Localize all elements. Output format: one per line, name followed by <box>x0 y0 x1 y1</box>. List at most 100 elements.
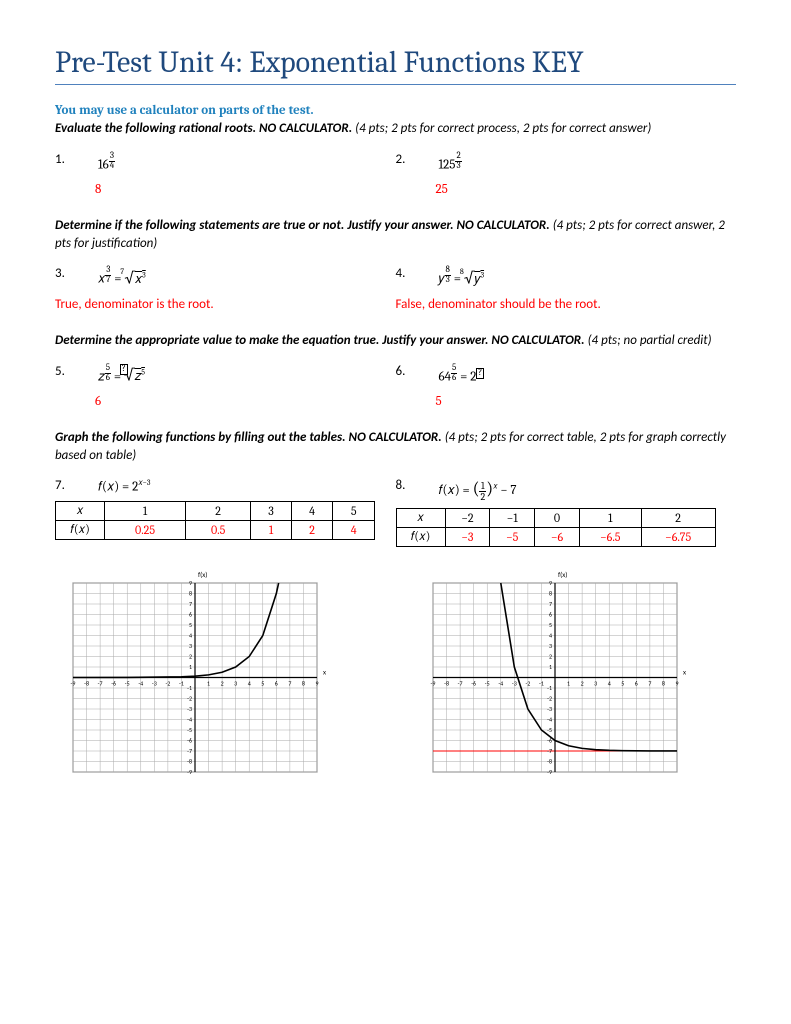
svg-text:-3: -3 <box>152 679 157 687</box>
q7-table: 𝑥12345 𝑓(𝑥)0.250.5124 <box>55 501 375 540</box>
svg-text:7: 7 <box>288 679 291 687</box>
q7-expr: 𝑓(𝑥) = 2𝑥−3 <box>98 478 151 494</box>
q2-answer: 25 <box>436 182 737 197</box>
svg-text:-7: -7 <box>98 679 103 687</box>
svg-text:-1: -1 <box>187 684 192 692</box>
q8-graph: -9-8-7-6-5-4-3-2-1123456789-9-8-7-6-5-4-… <box>415 565 695 790</box>
q1-num: 1. <box>55 152 95 167</box>
q7-num: 7. <box>55 478 95 493</box>
q3-num: 3. <box>55 266 95 281</box>
svg-text:1: 1 <box>567 679 570 687</box>
sec2-instructions: Determine if the following statements ar… <box>55 217 736 252</box>
svg-text:-3: -3 <box>187 705 192 713</box>
svg-text:-3: -3 <box>547 705 552 713</box>
sec1-instructions: Evaluate the following rational roots. N… <box>55 120 736 138</box>
svg-text:-5: -5 <box>485 679 490 687</box>
svg-text:7: 7 <box>189 600 192 608</box>
q3-answer: True, denominator is the root. <box>55 297 396 312</box>
svg-text:2: 2 <box>221 679 224 687</box>
svg-text:-1: -1 <box>539 679 544 687</box>
svg-text:-7: -7 <box>458 679 463 687</box>
svg-text:-1: -1 <box>547 684 552 692</box>
svg-text:6: 6 <box>549 610 552 618</box>
svg-text:3: 3 <box>189 642 192 650</box>
svg-text:-4: -4 <box>547 715 552 723</box>
q4-answer: False, denominator should be the root. <box>396 297 737 312</box>
q5-expr: 𝑧56 = ?√𝑧5 <box>98 364 145 385</box>
svg-text:2: 2 <box>189 652 192 660</box>
svg-text:-6: -6 <box>471 679 476 687</box>
q6-num: 6. <box>396 364 436 379</box>
svg-text:f(x): f(x) <box>558 570 567 579</box>
svg-text:-9: -9 <box>547 768 552 776</box>
svg-text:-5: -5 <box>125 679 130 687</box>
svg-text:-8: -8 <box>84 679 89 687</box>
svg-text:8: 8 <box>302 679 305 687</box>
svg-text:9: 9 <box>675 679 678 687</box>
svg-text:-9: -9 <box>71 679 76 687</box>
svg-text:x: x <box>323 667 326 676</box>
q5-answer: 6 <box>95 394 396 409</box>
q3-expr: 𝑥37 = 7√𝑥3 <box>98 266 146 287</box>
svg-text:-2: -2 <box>547 694 552 702</box>
svg-text:-2: -2 <box>165 679 170 687</box>
svg-text:-8: -8 <box>547 757 552 765</box>
q8-num: 8. <box>396 478 436 493</box>
svg-text:6: 6 <box>275 679 278 687</box>
q4-expr: 𝑦83 = 8√𝑦3 <box>438 266 484 287</box>
svg-text:3: 3 <box>234 679 237 687</box>
q7-graph: -9-8-7-6-5-4-3-2-1123456789-9-8-7-6-5-4-… <box>55 565 335 790</box>
svg-text:-4: -4 <box>138 679 143 687</box>
svg-text:7: 7 <box>549 600 552 608</box>
svg-text:6: 6 <box>635 679 638 687</box>
svg-text:-2: -2 <box>525 679 530 687</box>
svg-text:f(x): f(x) <box>198 570 207 579</box>
svg-text:1: 1 <box>189 663 192 671</box>
svg-text:-6: -6 <box>111 679 116 687</box>
svg-text:-4: -4 <box>187 715 192 723</box>
svg-text:8: 8 <box>549 589 552 597</box>
svg-text:9: 9 <box>315 679 318 687</box>
svg-text:2: 2 <box>581 679 584 687</box>
svg-text:-4: -4 <box>498 679 503 687</box>
svg-text:-6: -6 <box>187 736 192 744</box>
svg-text:-2: -2 <box>187 694 192 702</box>
svg-text:-5: -5 <box>547 726 552 734</box>
svg-text:9: 9 <box>549 579 552 587</box>
svg-text:5: 5 <box>549 621 552 629</box>
svg-text:3: 3 <box>594 679 597 687</box>
q8-table: 𝑥−2−1012 𝑓(𝑥)−3−5−6−6.5−6.75 <box>396 508 716 547</box>
svg-text:8: 8 <box>662 679 665 687</box>
svg-text:5: 5 <box>621 679 624 687</box>
svg-text:1: 1 <box>549 663 552 671</box>
sec4-instructions: Graph the following functions by filling… <box>55 429 736 464</box>
svg-text:-7: -7 <box>187 747 192 755</box>
sec3-instructions: Determine the appropriate value to make … <box>55 332 736 350</box>
svg-text:-3: -3 <box>512 679 517 687</box>
svg-text:6: 6 <box>189 610 192 618</box>
q6-expr: 6456 = 2? <box>438 364 484 385</box>
subheader: You may use a calculator on parts of the… <box>55 103 736 118</box>
svg-text:-5: -5 <box>187 726 192 734</box>
q6-answer: 5 <box>436 394 737 409</box>
svg-text:4: 4 <box>608 679 611 687</box>
svg-text:-9: -9 <box>431 679 436 687</box>
svg-text:4: 4 <box>248 679 251 687</box>
svg-text:-1: -1 <box>179 679 184 687</box>
svg-text:9: 9 <box>189 579 192 587</box>
q2-expr: 12523 <box>438 152 461 173</box>
svg-text:x: x <box>683 667 686 676</box>
svg-text:5: 5 <box>189 621 192 629</box>
q2-num: 2. <box>396 152 436 167</box>
q4-num: 4. <box>396 266 436 281</box>
q8-expr: 𝑓(𝑥) = (12)𝑥 − 7 <box>438 478 516 501</box>
page-title: Pre-Test Unit 4: Exponential Functions K… <box>55 45 736 85</box>
q1-expr: 1634 <box>98 152 115 173</box>
svg-text:7: 7 <box>648 679 651 687</box>
q5-num: 5. <box>55 364 95 379</box>
svg-text:8: 8 <box>189 589 192 597</box>
svg-text:-7: -7 <box>547 747 552 755</box>
svg-text:-8: -8 <box>187 757 192 765</box>
svg-text:3: 3 <box>549 642 552 650</box>
svg-text:4: 4 <box>189 631 192 639</box>
